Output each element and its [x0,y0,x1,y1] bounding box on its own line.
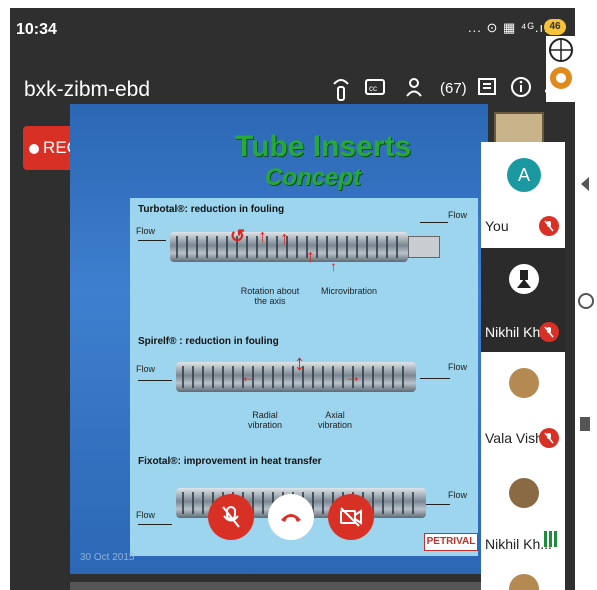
recents-icon[interactable] [579,416,591,437]
participant-tile[interactable]: Nikhil Kh... [481,248,565,352]
participant-tile[interactable]: Vala Vish... [481,354,565,458]
phone-screen: 10:34 ... ⊙ ▦ ⁴ᴳ.ıl .ıl 46 bxk-zibm-ebd … [10,8,575,590]
chat-icon[interactable] [474,76,500,102]
flow-label: Flow [136,226,156,236]
red-arrow-icon: ↑ [306,246,315,266]
annotation-label: Microvibration [320,286,378,296]
red-arrow-icon: ↑ [280,228,289,248]
red-arrow-icon: ↑ [258,226,267,246]
status-time: 10:34 [16,21,57,38]
red-arrow-icon: → [344,366,362,386]
meeting-code[interactable]: bxk-zibm-ebd [24,78,150,102]
mic-off-icon [539,322,559,342]
mic-off-icon [539,216,559,236]
participant-tile[interactable] [481,566,565,590]
participant-tile[interactable]: Nikhil Kh... [481,460,565,564]
info-icon[interactable] [508,76,534,102]
section-heading: Spirelf® : reduction in fouling [138,336,279,347]
red-arrow-icon: ↑ [330,258,337,274]
avatar: A [507,158,541,192]
participant-sidebar: A You Nikhil Kh... Vala Vish... Nikhil K [481,142,565,590]
mic-off-icon [539,428,559,448]
battery-icon: 46 [544,19,566,35]
status-bar: 10:34 ... ⊙ ▦ ⁴ᴳ.ıl .ıl 46 [10,8,575,48]
avatar [509,574,539,590]
flow-label: Flow [136,510,156,520]
slide-title: Tube Inserts [235,130,412,163]
red-arrow-icon: ↺ [230,226,246,246]
people-icon[interactable] [404,76,430,102]
slide-bottom-strip [70,582,488,590]
flow-label: Flow [448,490,468,500]
audio-output-icon[interactable] [328,76,354,102]
section-heading: Fixotal®: improvement in heat transfer [138,456,322,467]
avatar [509,264,539,294]
home-icon[interactable] [577,292,595,315]
people-count[interactable]: (67) [440,80,467,97]
section-heading: Turbotal®: reduction in fouling [138,204,285,215]
speaking-indicator-icon [543,529,559,552]
red-arrow-icon: ← [240,366,258,386]
avatar [509,478,539,508]
tube-turbotal [170,232,408,262]
tube-end-fitting [408,236,440,258]
more-options-icon[interactable] [540,76,566,102]
slide-date: 30 Oct 2015 [80,552,135,563]
participant-name: Nikhil Kh... [485,536,552,552]
recording-dot-icon [29,143,40,154]
back-icon[interactable] [579,176,591,197]
red-arrow-icon: ↕ [294,350,305,375]
end-call-button[interactable] [268,494,314,540]
avatar [509,368,539,398]
captions-icon[interactable]: cc [362,76,388,102]
mute-microphone-button[interactable] [208,494,254,540]
system-navigation-bar [575,0,597,590]
flow-label: Flow [448,362,468,372]
flow-label: Flow [448,210,468,220]
flow-label: Flow [136,364,156,374]
slide-subtitle: Concept [265,164,361,191]
petrival-logo: PETRIVAL [424,533,478,551]
participant-tile[interactable]: A You [481,142,565,246]
svg-text:cc: cc [369,84,377,93]
annotation-label: Axial vibration [317,410,353,430]
participant-name: You [485,218,509,234]
annotation-label: Rotation about the axis [240,286,300,306]
annotation-label: Radial vibration [247,410,283,430]
camera-off-button[interactable] [328,494,374,540]
